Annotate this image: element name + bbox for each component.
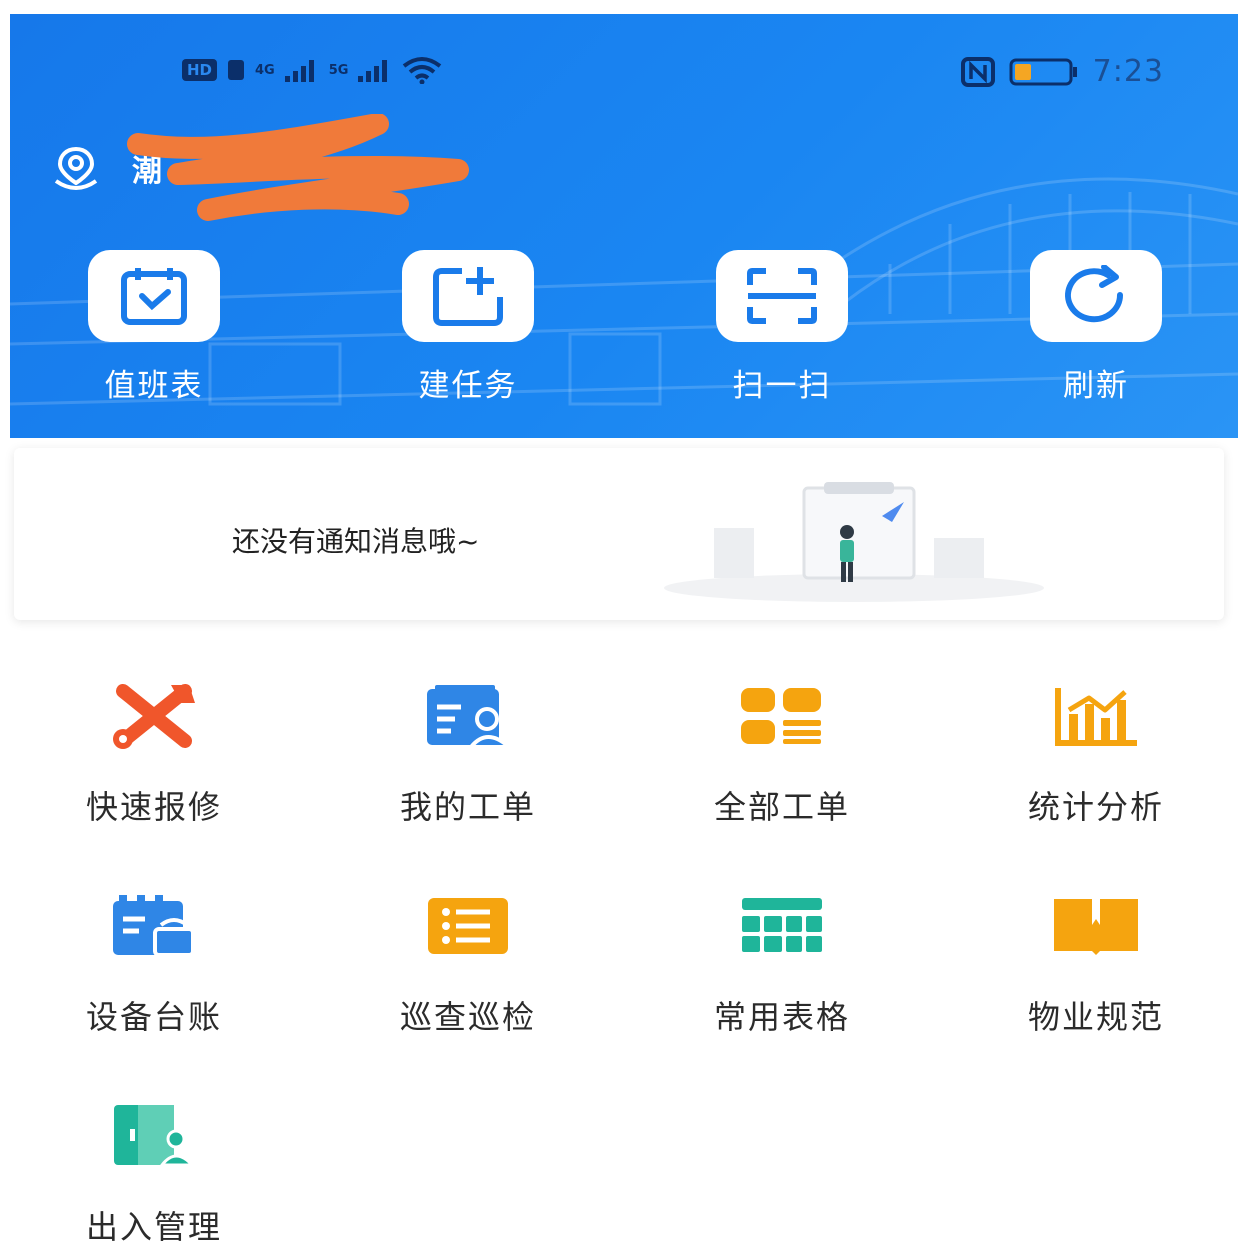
inspection-list-icon [428, 898, 508, 954]
signal-icon [284, 60, 314, 82]
notification-card[interactable]: 还没有通知消息哦~ [14, 448, 1224, 620]
table-icon [742, 898, 822, 952]
quick-action-refresh[interactable]: 刷新 [996, 250, 1196, 405]
nfc-icon [960, 56, 995, 87]
quick-action-schedule[interactable]: 值班表 [54, 250, 254, 405]
bar-chart-icon [1055, 688, 1137, 746]
quick-actions: 值班表 建任务 扫一扫 刷新 [10, 250, 1238, 420]
wrench-icon [113, 684, 195, 749]
grid-item-label: 物业规范 [1027, 998, 1164, 1036]
quick-action-icon-box [402, 250, 534, 342]
hd-badge: HD [182, 59, 218, 81]
grid-item-device-ledger[interactable]: 设备台账 [44, 886, 264, 1038]
signal-label-1: 4G [255, 62, 275, 78]
refresh-icon [1065, 265, 1124, 323]
grid-item-statistics[interactable]: 统计分析 [986, 676, 1206, 828]
tile-icon-wrap [1046, 676, 1146, 756]
tile-icon-wrap [418, 676, 518, 756]
tile-icon-wrap [418, 886, 518, 966]
signal-label-2: 5G [328, 62, 349, 78]
app-screen: HD 4G 5G 7:23 潮 值班表 建任务 扫一扫 刷新 还没有通知消息哦~… [0, 0, 1240, 1250]
quick-action-scan[interactable]: 扫一扫 [682, 250, 882, 405]
empty-notification-illustration [664, 482, 1044, 602]
tile-icon-wrap [732, 886, 832, 966]
status-bar: HD 4G 5G 7:23 [10, 14, 1238, 124]
scan-icon [747, 268, 817, 324]
grid-item-label: 出入管理 [85, 1208, 222, 1246]
tile-icon-wrap [104, 676, 204, 756]
quick-action-label: 扫一扫 [732, 368, 832, 404]
battery-icon [1009, 58, 1077, 85]
device-ledger-icon [113, 895, 195, 957]
grid-item-label: 巡查巡检 [399, 998, 536, 1036]
wifi-icon [403, 57, 442, 84]
signal-icon [358, 60, 388, 82]
status-time: 7:23 [1092, 54, 1164, 89]
grid-item-common-forms[interactable]: 常用表格 [672, 886, 892, 1038]
grid-item-label: 设备台账 [85, 998, 222, 1036]
status-right-group: 7:23 [960, 54, 1164, 89]
add-task-icon [433, 267, 503, 326]
function-grid: 快速报修 我的工单 全部工单 统计分析 设备台账 巡查巡检 常用表格 物业规范 … [10, 640, 1238, 1250]
grid-item-property-rules[interactable]: 物业规范 [986, 886, 1206, 1038]
grid-item-label: 统计分析 [1027, 788, 1164, 826]
grid-item-my-orders[interactable]: 我的工单 [358, 676, 578, 828]
location-pin-icon [54, 146, 98, 190]
quick-action-icon-box [1030, 250, 1162, 342]
header-banner: HD 4G 5G 7:23 潮 值班表 建任务 扫一扫 刷新 [10, 14, 1238, 438]
tile-icon-wrap [104, 886, 204, 966]
quick-action-label: 刷新 [1063, 368, 1129, 404]
grid-item-label: 常用表格 [713, 998, 850, 1036]
grid-item-quick-repair[interactable]: 快速报修 [44, 676, 264, 828]
all-orders-icon [741, 688, 821, 744]
calendar-check-icon [121, 268, 187, 325]
grid-item-label: 快速报修 [85, 788, 222, 826]
status-left-group: HD 4G 5G [182, 56, 442, 84]
grid-item-label: 全部工单 [713, 788, 850, 826]
grid-item-label: 我的工单 [399, 788, 536, 826]
quick-action-icon-box [716, 250, 848, 342]
book-icon [1054, 899, 1138, 955]
tile-icon-wrap [1046, 886, 1146, 966]
access-control-icon [114, 1105, 196, 1167]
quick-action-icon-box [88, 250, 220, 342]
notification-empty-text: 还没有通知消息哦~ [232, 525, 480, 558]
quick-action-create-task[interactable]: 建任务 [368, 250, 568, 405]
sim-icon [228, 60, 245, 80]
my-orders-icon [427, 685, 511, 747]
tile-icon-wrap [104, 1096, 204, 1176]
quick-action-label: 建任务 [418, 368, 518, 404]
grid-item-inspection[interactable]: 巡查巡检 [358, 886, 578, 1038]
grid-item-all-orders[interactable]: 全部工单 [672, 676, 892, 828]
tile-icon-wrap [732, 676, 832, 756]
redaction-scribble [127, 114, 469, 221]
quick-action-label: 值班表 [104, 368, 204, 404]
grid-item-access-control[interactable]: 出入管理 [44, 1096, 264, 1248]
